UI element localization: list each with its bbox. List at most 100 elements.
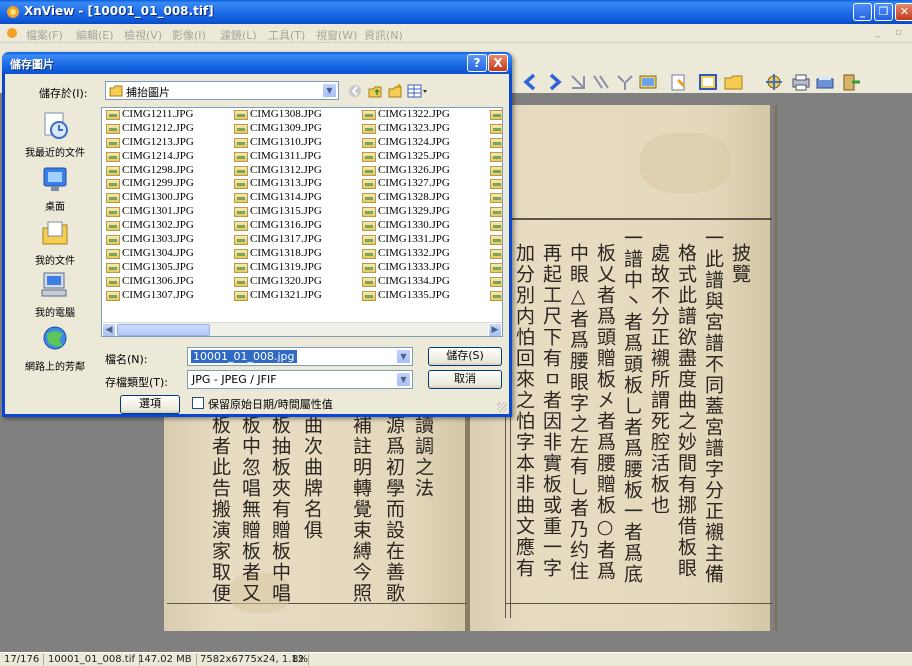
place-my-computer[interactable]: 我的電腦 bbox=[13, 270, 97, 319]
file-item[interactable]: CIMG1311.JPG bbox=[232, 150, 322, 164]
file-item-partial[interactable] bbox=[488, 191, 502, 205]
next-icon[interactable] bbox=[543, 72, 565, 92]
options-button[interactable]: 選項 bbox=[120, 395, 180, 414]
print-icon[interactable] bbox=[790, 72, 812, 92]
file-item[interactable]: CIMG1306.JPG bbox=[104, 275, 194, 289]
chevron-down-icon[interactable]: ▼ bbox=[396, 349, 411, 364]
file-item[interactable]: CIMG1307.JPG bbox=[104, 289, 194, 303]
file-item[interactable]: CIMG1320.JPG bbox=[232, 275, 322, 289]
file-item[interactable]: CIMG1330.JPG bbox=[360, 219, 450, 233]
file-item[interactable]: CIMG1334.JPG bbox=[360, 275, 450, 289]
app-menu-icon[interactable] bbox=[6, 27, 18, 39]
menu-file[interactable]: 檔案(F) bbox=[26, 27, 63, 43]
file-item[interactable]: CIMG1314.JPG bbox=[232, 191, 322, 205]
file-item[interactable]: CIMG1326.JPG bbox=[360, 164, 450, 178]
previous-icon[interactable] bbox=[520, 72, 542, 92]
file-item-partial[interactable] bbox=[488, 150, 502, 164]
menu-edit[interactable]: 編輯(E) bbox=[76, 27, 114, 43]
place-recent[interactable]: 我最近的文件 bbox=[13, 110, 97, 159]
file-item[interactable]: CIMG1301.JPG bbox=[104, 205, 194, 219]
file-item[interactable]: CIMG1214.JPG bbox=[104, 150, 194, 164]
file-item-partial[interactable] bbox=[488, 108, 502, 122]
fullscreen-icon[interactable] bbox=[637, 72, 659, 92]
menu-window[interactable]: 視窗(W) bbox=[316, 27, 357, 43]
file-item[interactable]: CIMG1316.JPG bbox=[232, 219, 322, 233]
file-item-partial[interactable] bbox=[488, 136, 502, 150]
file-item[interactable]: CIMG1322.JPG bbox=[360, 108, 450, 122]
file-item[interactable]: CIMG1319.JPG bbox=[232, 261, 322, 275]
close-window-button[interactable]: ✕ bbox=[895, 3, 912, 21]
save-button[interactable]: 儲存(S) bbox=[428, 347, 502, 366]
file-item[interactable]: CIMG1299.JPG bbox=[104, 177, 194, 191]
last-page-icon[interactable] bbox=[590, 72, 612, 92]
file-item-partial[interactable] bbox=[488, 177, 502, 191]
menu-image[interactable]: 影像(I) bbox=[172, 27, 206, 43]
horizontal-scrollbar[interactable]: ◀ ▶ bbox=[102, 322, 502, 336]
file-item-partial[interactable] bbox=[488, 122, 502, 136]
fit-icon[interactable] bbox=[614, 72, 636, 92]
file-item-partial[interactable] bbox=[488, 247, 502, 261]
filename-input[interactable]: 10001_01_008.jpg ▼ bbox=[187, 347, 413, 366]
file-item[interactable]: CIMG1329.JPG bbox=[360, 205, 450, 219]
file-item[interactable]: CIMG1309.JPG bbox=[232, 122, 322, 136]
file-item[interactable]: CIMG1315.JPG bbox=[232, 205, 322, 219]
file-item[interactable]: CIMG1331.JPG bbox=[360, 233, 450, 247]
open-file-icon[interactable] bbox=[668, 72, 690, 92]
file-item[interactable]: CIMG1317.JPG bbox=[232, 233, 322, 247]
file-item[interactable]: CIMG1325.JPG bbox=[360, 150, 450, 164]
menu-filter[interactable]: 濾鏡(L) bbox=[220, 27, 257, 43]
new-folder-icon[interactable] bbox=[387, 83, 403, 99]
file-item[interactable]: CIMG1318.JPG bbox=[232, 247, 322, 261]
file-item[interactable]: CIMG1328.JPG bbox=[360, 191, 450, 205]
main-title-bar[interactable]: XnView - [10001_01_008.tif] _ ❐ ✕ bbox=[0, 0, 912, 24]
file-item[interactable]: CIMG1323.JPG bbox=[360, 122, 450, 136]
place-desktop[interactable]: 桌面 bbox=[13, 164, 97, 213]
menu-info[interactable]: 資訊(N) bbox=[364, 27, 403, 43]
help-button[interactable]: ? bbox=[467, 54, 487, 72]
file-item[interactable]: CIMG1313.JPG bbox=[232, 177, 322, 191]
scroll-right-icon[interactable]: ▶ bbox=[488, 323, 502, 336]
file-item-partial[interactable] bbox=[488, 261, 502, 275]
file-item[interactable]: CIMG1302.JPG bbox=[104, 219, 194, 233]
menu-tools[interactable]: 工具(T) bbox=[268, 27, 305, 43]
file-item[interactable]: CIMG1303.JPG bbox=[104, 233, 194, 247]
resize-grip[interactable] bbox=[497, 402, 507, 412]
dialog-close-button[interactable]: X bbox=[488, 54, 508, 72]
file-item[interactable]: CIMG1298.JPG bbox=[104, 164, 194, 178]
chevron-down-icon[interactable]: ▼ bbox=[322, 83, 337, 98]
menu-view[interactable]: 檢視(V) bbox=[124, 27, 162, 43]
scroll-thumb[interactable] bbox=[117, 324, 210, 336]
restore-button[interactable]: ❐ bbox=[874, 3, 893, 21]
file-item[interactable]: CIMG1335.JPG bbox=[360, 289, 450, 303]
first-page-icon[interactable] bbox=[567, 72, 589, 92]
view-menu-icon[interactable] bbox=[407, 83, 429, 99]
file-list[interactable]: CIMG1211.JPG CIMG1212.JPG CIMG1213.JPG CIMG… bbox=[101, 107, 503, 337]
file-item[interactable]: CIMG1333.JPG bbox=[360, 261, 450, 275]
scan-icon[interactable] bbox=[814, 72, 836, 92]
open-folder-icon[interactable] bbox=[723, 72, 745, 92]
file-item[interactable]: CIMG1327.JPG bbox=[360, 177, 450, 191]
save-in-combo[interactable]: 捕抬圖片 ▼ bbox=[105, 81, 339, 100]
file-item-partial[interactable] bbox=[488, 275, 502, 289]
file-item[interactable]: CIMG1308.JPG bbox=[232, 108, 322, 122]
file-item[interactable]: CIMG1211.JPG bbox=[104, 108, 194, 122]
chevron-down-icon[interactable]: ▼ bbox=[396, 372, 411, 387]
file-item-partial[interactable] bbox=[488, 233, 502, 247]
browser-icon[interactable] bbox=[697, 72, 719, 92]
file-item[interactable]: CIMG1304.JPG bbox=[104, 247, 194, 261]
cancel-button[interactable]: 取消 bbox=[428, 370, 502, 389]
scroll-left-icon[interactable]: ◀ bbox=[102, 323, 116, 336]
capture-icon[interactable] bbox=[763, 72, 785, 92]
file-item-partial[interactable] bbox=[488, 164, 502, 178]
exit-icon[interactable] bbox=[840, 72, 862, 92]
back-icon[interactable] bbox=[348, 84, 362, 98]
dialog-title-bar[interactable]: 儲存圖片 ? X bbox=[2, 52, 512, 74]
file-item[interactable]: CIMG1310.JPG bbox=[232, 136, 322, 150]
minimize-button[interactable]: _ bbox=[853, 3, 872, 21]
file-item[interactable]: CIMG1213.JPG bbox=[104, 136, 194, 150]
place-network[interactable]: 網路上的芳鄰 bbox=[13, 324, 97, 373]
up-folder-icon[interactable] bbox=[367, 83, 383, 99]
file-item[interactable]: CIMG1212.JPG bbox=[104, 122, 194, 136]
file-item[interactable]: CIMG1324.JPG bbox=[360, 136, 450, 150]
filetype-select[interactable]: JPG - JPEG / JFIF ▼ bbox=[187, 370, 413, 389]
